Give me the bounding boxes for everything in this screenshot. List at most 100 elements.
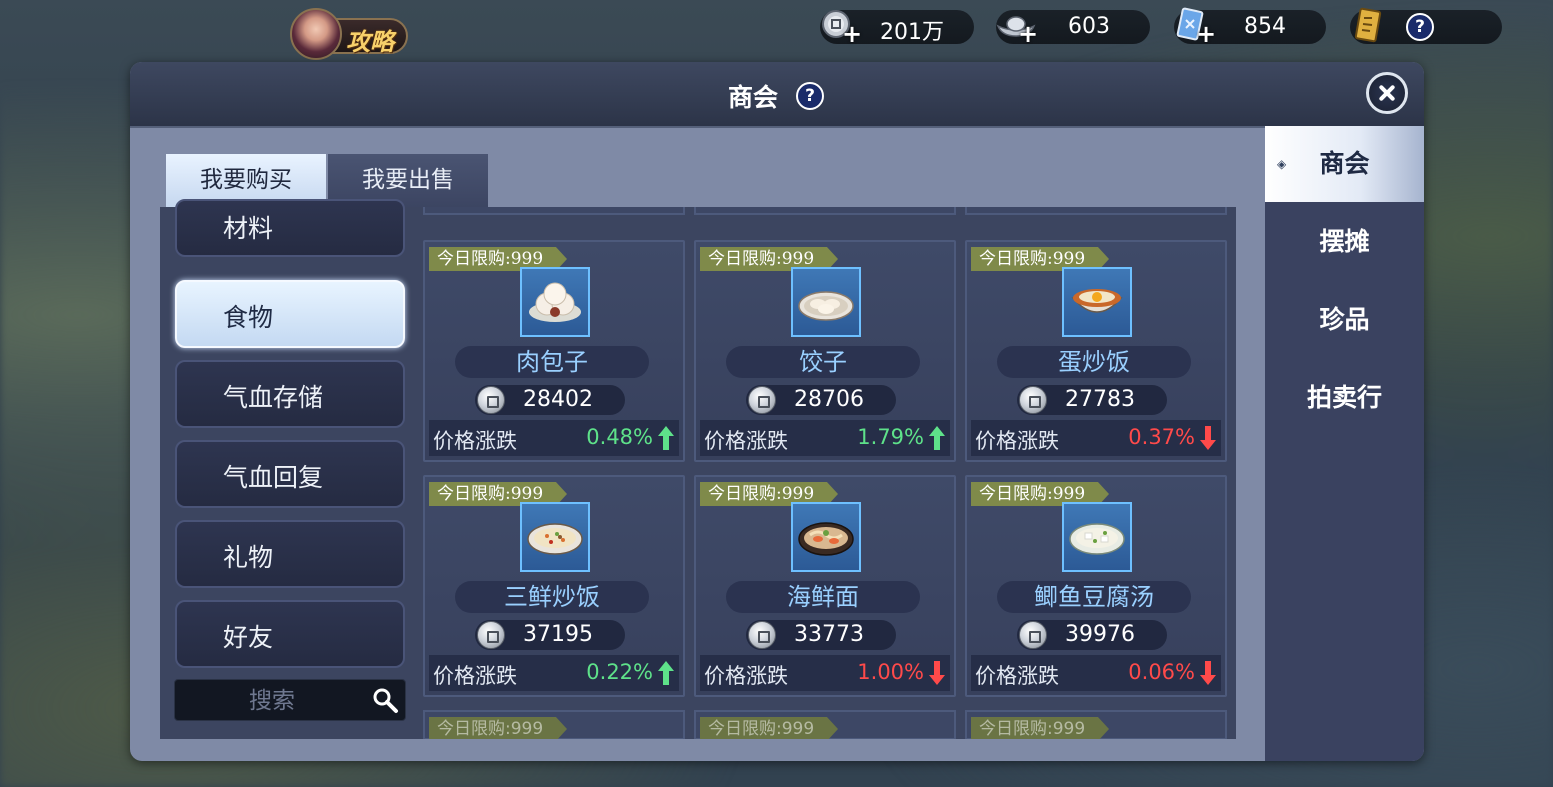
strategy-label: 攻略 [346,28,394,56]
search-box [174,679,406,722]
price-change-row: 价格涨跌 1.00% [700,655,950,691]
price-row: 28706 [746,385,896,415]
silver-coin-icon [748,621,776,649]
item-price: 37195 [523,622,593,647]
category-hp-restore[interactable]: 气血回复 [175,440,405,508]
silver-coin-icon [1019,621,1047,649]
silver-coin-icon [1019,386,1047,414]
category-hp-storage[interactable]: 气血存储 [175,360,405,428]
down-arrow-icon [1200,661,1216,685]
price-change-label: 价格涨跌 [975,664,1059,688]
panel-header: 商会 ? [130,62,1424,128]
add-silver-icon[interactable]: + [842,22,862,46]
partial-item-card [423,207,685,215]
currency-silver[interactable]: + 201万 [820,10,974,46]
item-card[interactable]: 今日限购:999 饺子 28706 价格涨跌 1.79% [694,240,956,462]
selected-diamond-icon: ◈ [1277,157,1287,171]
price-change-row: 价格涨跌 0.48% [429,420,679,456]
item-grid: 今日限购:999 肉包子 28402 价格涨跌 0.48% 今日限购:999 饺… [423,207,1236,739]
search-icon[interactable] [371,686,399,714]
nav-item-stall[interactable]: 摆摊 [1265,204,1424,280]
partial-item-card: 今日限购:999 [423,710,685,739]
purchase-limit-tag: 今日限购:999 [971,717,1109,739]
currency-ingot[interactable]: + 603 [996,10,1150,46]
item-name: 鲫鱼豆腐汤 [997,581,1191,613]
silver-coin-icon [477,621,505,649]
panel-title: 商会 [728,83,779,112]
nav-item-label: 摆摊 [1319,227,1370,256]
price-change-value: 0.37% [1128,425,1195,449]
price-row: 33773 [746,620,896,650]
item-name: 蛋炒饭 [997,346,1191,378]
three-delicacy-fried-rice-icon [520,502,590,572]
price-change-row: 价格涨跌 1.79% [700,420,950,456]
partial-item-card: 今日限购:999 [694,710,956,739]
search-input[interactable] [175,680,369,722]
price-change-row: 价格涨跌 0.22% [429,655,679,691]
category-label: 气血回复 [223,463,324,492]
item-card[interactable]: 今日限购:999 鲫鱼豆腐汤 39976 价格涨跌 0.06% [965,475,1227,697]
price-change-value: 0.06% [1128,660,1195,684]
price-row: 37195 [475,620,625,650]
nav-item-treasure[interactable]: 珍品 [1265,282,1424,358]
category-label: 气血存储 [223,383,324,412]
purchase-limit-tag: 今日限购:999 [700,717,838,739]
category-label: 好友 [223,623,274,652]
item-card[interactable]: 今日限购:999 三鲜炒饭 37195 价格涨跌 0.22% [423,475,685,697]
currency-scroll[interactable]: ? [1350,7,1502,44]
crucian-tofu-soup-icon [1062,502,1132,572]
item-price: 28402 [523,387,593,412]
content-frame: 材料 食物 气血存储 气血回复 礼物 好友 搜索 今日限购:999 肉包子 28… [160,199,1236,739]
category-friends[interactable]: 好友 [175,600,405,668]
currency-amount: 854 [1244,14,1286,39]
silver-coin-icon [748,386,776,414]
item-price: 28706 [794,387,864,412]
price-change-value: 0.22% [586,660,653,684]
item-name: 三鲜炒饭 [455,581,649,613]
purchase-limit-tag: 今日限购:999 [429,717,567,739]
price-row: 39976 [1017,620,1167,650]
nav-item-commerce[interactable]: ◈ 商会 [1265,126,1424,202]
close-button[interactable] [1366,72,1408,114]
egg-fried-rice-icon [1062,267,1132,337]
currency-help-icon[interactable]: ? [1406,13,1434,41]
price-change-label: 价格涨跌 [433,429,517,453]
category-food[interactable]: 食物 [175,280,405,348]
currency-amount: 201万 [880,20,944,45]
meat-bun-icon [520,267,590,337]
strategy-button[interactable]: 攻略 [288,8,410,60]
seafood-noodles-icon [791,502,861,572]
price-change-label: 价格涨跌 [975,429,1059,453]
price-change-label: 价格涨跌 [704,664,788,688]
nav-item-auction[interactable]: 拍卖行 [1265,360,1424,436]
item-card[interactable]: 今日限购:999 蛋炒饭 27783 价格涨跌 0.37% [965,240,1227,462]
price-row: 28402 [475,385,625,415]
add-ingot-icon[interactable]: + [1018,22,1038,46]
category-gifts[interactable]: 礼物 [175,520,405,588]
category-materials[interactable]: 材料 [175,199,405,257]
up-arrow-icon [658,426,674,450]
currency-ticket[interactable]: + 854 [1174,7,1326,46]
right-nav: ◈ 商会 摆摊 珍品 拍卖行 [1265,126,1424,761]
nav-item-label: 拍卖行 [1306,383,1382,412]
partial-item-card: 今日限购:999 [965,710,1227,739]
item-price: 27783 [1065,387,1135,412]
nav-item-label: 珍品 [1319,305,1370,334]
guide-avatar-icon [290,8,342,60]
chamber-of-commerce-panel: 商会 ? 我要购买 我要出售 ◈ 商会 摆摊 珍品 拍卖行 材料 食物 气血存储 [130,62,1424,761]
category-label: 礼物 [223,543,274,572]
down-arrow-icon [929,661,945,685]
item-card[interactable]: 今日限购:999 海鲜面 33773 价格涨跌 1.00% [694,475,956,697]
price-change-label: 价格涨跌 [433,664,517,688]
item-name: 海鲜面 [726,581,920,613]
silver-coin-icon [477,386,505,414]
add-ticket-icon[interactable]: + [1196,22,1216,46]
price-row: 27783 [1017,385,1167,415]
title-help-icon[interactable]: ? [796,82,824,110]
partial-item-card [965,207,1227,215]
gold-scroll-icon [1354,7,1382,43]
up-arrow-icon [658,661,674,685]
item-name: 饺子 [726,346,920,378]
item-card[interactable]: 今日限购:999 肉包子 28402 价格涨跌 0.48% [423,240,685,462]
price-change-value: 1.79% [857,425,924,449]
